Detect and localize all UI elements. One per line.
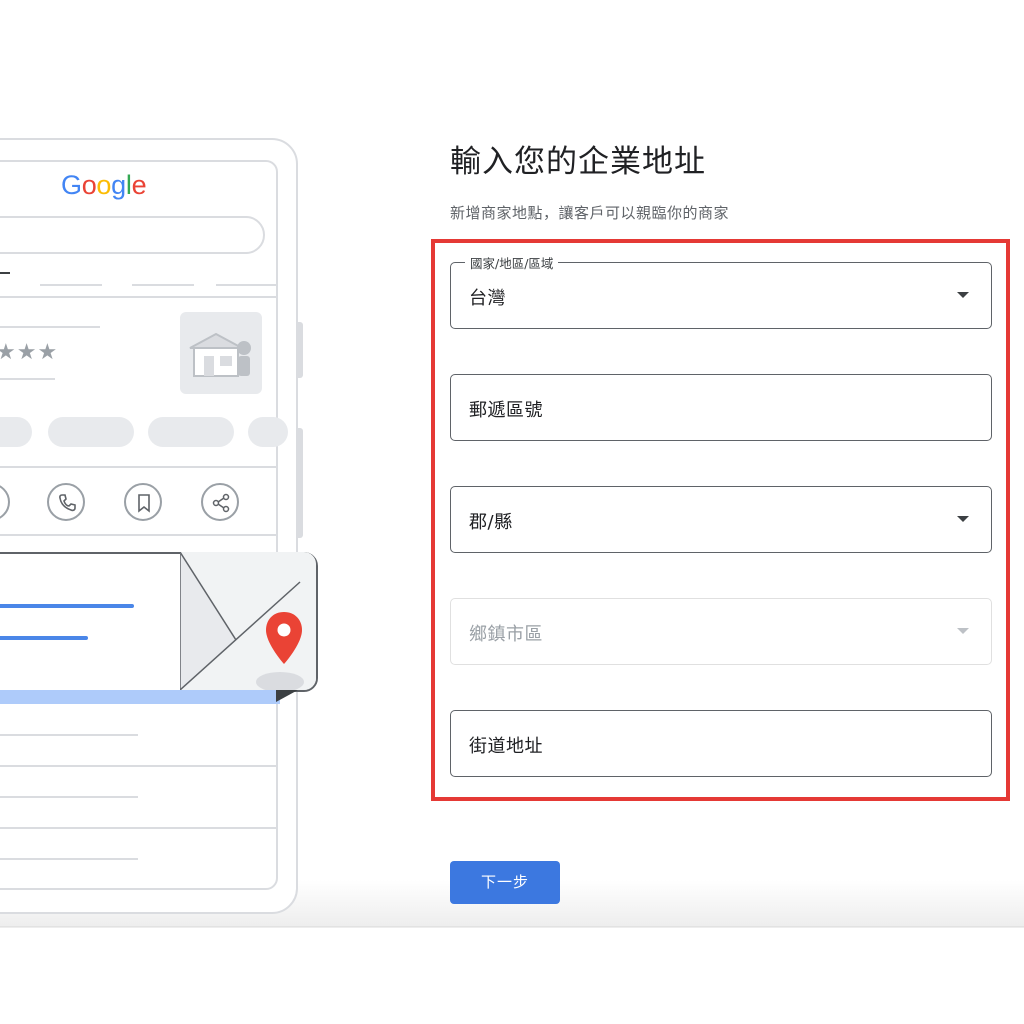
- divider: [0, 296, 278, 298]
- list-line-placeholder: [0, 858, 138, 860]
- page: Google ★★★ 輸入您的企業地址 新增商家地點，讓客戶可以親臨你的商家 國…: [0, 0, 1024, 1024]
- phone-icon: [47, 483, 85, 521]
- dropdown-arrow-icon: [957, 292, 969, 298]
- phone-screen: [0, 160, 278, 890]
- card-shadow-band: [0, 690, 280, 704]
- tab-placeholder: [132, 284, 194, 286]
- business-name-placeholder: [0, 326, 100, 328]
- storefront-thumbnail: [180, 312, 262, 394]
- dropdown-arrow-icon: [957, 516, 969, 522]
- field-placeholder: 鄉鎮市區: [469, 624, 543, 645]
- storefront-icon: [189, 332, 251, 377]
- country-region-select[interactable]: 國家/地區/區域 台灣: [450, 253, 992, 329]
- postal-code-input[interactable]: 郵遞區號: [450, 374, 992, 441]
- divider: [0, 765, 278, 767]
- tab-placeholder: [40, 284, 102, 286]
- phone-side-button: [297, 322, 303, 378]
- map-pin-icon: [266, 612, 302, 664]
- map-thumbnail: [180, 552, 316, 690]
- page-subtitle: 新增商家地點，讓客戶可以親臨你的商家: [450, 204, 730, 222]
- chip-placeholder: [148, 417, 234, 447]
- bottom-divider: [0, 926, 1024, 927]
- dropdown-arrow-icon: [957, 628, 969, 634]
- bookmark-icon: [124, 483, 162, 521]
- address-line-placeholder: [0, 636, 88, 640]
- share-icon: [201, 483, 239, 521]
- street-address-input[interactable]: 街道地址: [450, 710, 992, 777]
- field-placeholder: 郵遞區號: [469, 400, 543, 421]
- chip-placeholder: [48, 417, 134, 447]
- phone-side-button: [297, 428, 303, 538]
- list-line-placeholder: [0, 796, 138, 798]
- county-select[interactable]: 郡/縣: [450, 486, 992, 553]
- field-placeholder: 街道地址: [469, 736, 543, 757]
- field-value: 台灣: [469, 288, 506, 309]
- info-placeholder: [0, 378, 55, 380]
- google-logo: Google: [61, 170, 147, 200]
- divider: [0, 534, 278, 536]
- district-select[interactable]: 鄉鎮市區: [450, 598, 992, 665]
- divider: [0, 827, 278, 829]
- rating-stars: ★★★: [0, 340, 59, 365]
- page-title: 輸入您的企業地址: [450, 144, 706, 180]
- next-button[interactable]: 下一步: [450, 861, 560, 904]
- address-line-placeholder: [0, 604, 134, 608]
- field-label: 國家/地區/區域: [465, 253, 559, 272]
- list-line-placeholder: [0, 734, 138, 736]
- field-placeholder: 郡/縣: [469, 512, 513, 533]
- chip-placeholder: [248, 417, 288, 447]
- tab-underline: [0, 272, 10, 274]
- chip-placeholder: [0, 417, 32, 447]
- card-fold: [276, 690, 298, 702]
- tab-placeholder: [216, 284, 278, 286]
- divider: [0, 466, 278, 468]
- search-bar-placeholder: [0, 216, 265, 254]
